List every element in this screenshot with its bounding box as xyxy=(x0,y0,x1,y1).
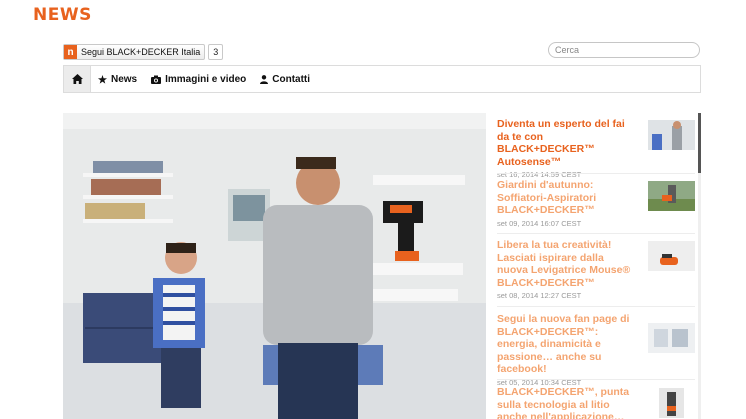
camera-icon xyxy=(151,75,162,84)
article-thumbnail-image xyxy=(648,181,695,211)
list-item[interactable]: Segui la nuova fan page di BLACK+DECKER™… xyxy=(497,313,697,387)
main-nav: News Immagini e video Contatti xyxy=(63,65,701,93)
nav-item-label: News xyxy=(111,73,138,85)
list-divider xyxy=(497,173,695,174)
search-input[interactable] xyxy=(548,42,700,58)
nav-item-images-video[interactable]: Immagini e video xyxy=(144,66,253,92)
newsroom-logo-icon: n xyxy=(64,45,77,59)
article-thumbnail-image xyxy=(648,120,695,150)
list-divider xyxy=(497,379,695,380)
article-title[interactable]: Libera la tua creatività! Lasciati ispir… xyxy=(497,239,637,289)
article-thumbnail[interactable] xyxy=(648,323,695,353)
article-thumbnail[interactable] xyxy=(648,241,695,271)
article-date: set 08, 2014 12:27 CEST xyxy=(497,291,582,300)
list-item[interactable]: Libera la tua creatività! Lasciati ispir… xyxy=(497,239,697,300)
page-title: NEWS xyxy=(33,5,92,25)
article-date: set 09, 2014 16:07 CEST xyxy=(497,218,582,228)
follow-widget: n Segui BLACK+DECKER Italia 3 xyxy=(63,44,224,60)
article-title[interactable]: BLACK+DECKER™, punta sulla tecnologia al… xyxy=(497,386,637,419)
star-icon xyxy=(98,74,107,84)
article-thumbnail[interactable] xyxy=(648,120,695,150)
nav-item-news[interactable]: News xyxy=(91,66,144,92)
list-item[interactable]: Diventa un esperto del fai da te con BLA… xyxy=(497,118,697,179)
list-divider xyxy=(497,306,695,307)
article-thumbnail[interactable] xyxy=(648,181,695,211)
home-icon xyxy=(71,74,83,84)
article-date: set 16, 2014 14:59 CEST xyxy=(497,170,582,179)
article-thumbnail-image xyxy=(648,323,695,353)
list-item[interactable]: Giardini d'autunno: Soffiatori-Aspirator… xyxy=(497,179,697,228)
article-title[interactable]: Diventa un esperto del fai da te con BLA… xyxy=(497,118,637,168)
nav-item-contacts[interactable]: Contatti xyxy=(253,66,317,92)
hero-photo xyxy=(63,113,486,419)
nav-item-label: Immagini e video xyxy=(165,73,247,85)
follow-button[interactable]: n Segui BLACK+DECKER Italia xyxy=(63,44,206,60)
article-title[interactable]: Segui la nuova fan page di BLACK+DECKER™… xyxy=(497,313,637,376)
nav-item-label: Contatti xyxy=(272,73,311,85)
list-item[interactable]: BLACK+DECKER™, punta sulla tecnologia al… xyxy=(497,386,697,419)
follow-label: Segui BLACK+DECKER Italia xyxy=(81,47,201,57)
nav-home[interactable] xyxy=(64,66,91,92)
article-thumbnail[interactable] xyxy=(659,388,684,418)
list-divider xyxy=(497,233,695,234)
hero-image[interactable] xyxy=(63,113,486,419)
article-thumbnail-image xyxy=(659,388,684,418)
article-title[interactable]: Giardini d'autunno: Soffiatori-Aspirator… xyxy=(497,179,637,217)
follower-count: 3 xyxy=(208,44,224,60)
article-list: Diventa un esperto del fai da te con BLA… xyxy=(497,113,701,419)
user-icon xyxy=(260,74,269,84)
article-thumbnail-image xyxy=(648,241,695,271)
